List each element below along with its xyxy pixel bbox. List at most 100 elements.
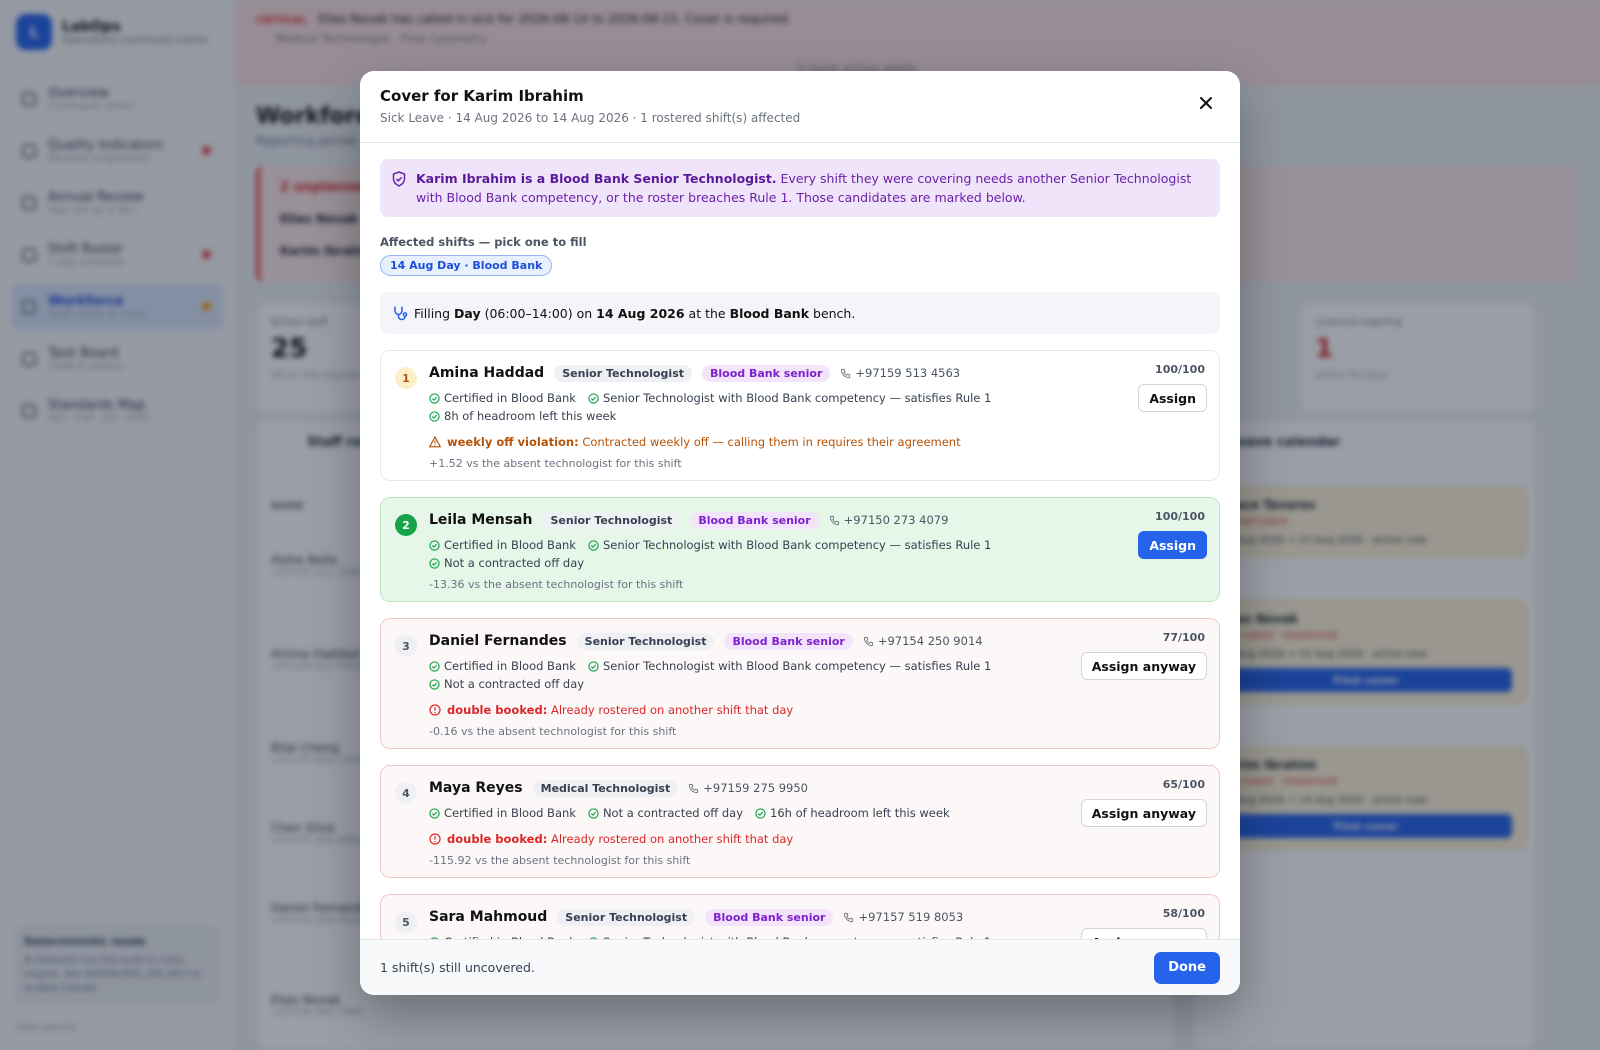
check-text: Senior Technologist with Blood Bank comp… — [602, 659, 992, 673]
check-circle-icon — [429, 678, 440, 690]
check-item: Senior Technologist with Blood Bank comp… — [588, 391, 991, 405]
issue-text: Contracted weekly off — calling them in … — [578, 435, 961, 449]
phone-number: +97154 250 9014 — [877, 634, 983, 648]
check-item: Not a contracted off day — [588, 806, 743, 820]
candidate-card: 4 Maya Reyes Medical Technologist +97159 27… — [380, 765, 1220, 878]
candidate-card: 2 Leila Mensah Senior Technologist Blood Ba… — [380, 497, 1220, 602]
issue-label: weekly off violation: — [447, 435, 579, 449]
candidate-header: Sara Mahmoud Senior Technologist Blood Ban… — [429, 907, 1205, 927]
warning-triangle-icon — [429, 436, 441, 448]
check-text: Certified in Blood Bank — [444, 806, 576, 820]
senior-badge: Blood Bank senior — [705, 908, 834, 926]
candidate-name: Daniel Fernandes — [429, 633, 567, 649]
match-score: 100/100 — [1155, 363, 1205, 376]
phone-icon — [863, 636, 873, 646]
uncovered-count: 1 shift(s) still uncovered. — [380, 960, 535, 975]
candidate-phone[interactable]: +97159 513 4563 — [840, 366, 960, 380]
modal-footer: 1 shift(s) still uncovered. Done — [360, 939, 1240, 995]
conflict-note: double booked: Already rostered on anoth… — [429, 703, 1205, 717]
check-text: Certified in Blood Bank — [444, 538, 576, 552]
assign-button[interactable]: Assign — [1138, 384, 1207, 412]
assign-button[interactable]: Assign — [1138, 531, 1207, 559]
score-delta: -13.36 vs the absent technologist for th… — [429, 578, 684, 591]
phone-number: +97150 273 4079 — [843, 513, 949, 527]
candidate-name: Amina Haddad — [429, 365, 545, 381]
modal-title: Cover for Karim Ibrahim — [380, 87, 584, 105]
phone-number: +97159 513 4563 — [855, 366, 961, 380]
alert-circle-icon — [429, 704, 441, 716]
check-text: 16h of headroom left this week — [770, 806, 950, 820]
match-score: 77/100 — [1162, 631, 1205, 644]
filling-date: 14 Aug 2026 — [596, 305, 685, 321]
senior-badge: Blood Bank senior — [724, 632, 853, 650]
rank-badge: 5 — [395, 911, 417, 933]
filling-banner: Filling Day (06:00–14:00) on 14 Aug 2026… — [380, 292, 1220, 334]
check-item: Senior Technologist with Blood Bank comp… — [588, 659, 991, 673]
issue-label: double booked: — [447, 832, 548, 846]
filling-text: Filling — [414, 305, 455, 321]
assign-anyway-button[interactable]: Assign anyway — [1080, 652, 1207, 680]
check-item: Certified in Blood Bank — [429, 806, 576, 820]
modal-header: Cover for Karim Ibrahim Sick Leave · 14 … — [360, 71, 1240, 143]
candidate-phone[interactable]: +97157 519 8053 — [843, 910, 963, 924]
check-text: Certified in Blood Bank — [444, 391, 576, 405]
modal-subtitle: Sick Leave · 14 Aug 2026 to 14 Aug 2026 … — [380, 111, 801, 125]
rule-notice: Karim Ibrahim is a Blood Bank Senior Tec… — [380, 159, 1220, 217]
match-score: 65/100 — [1162, 778, 1205, 791]
issue-text: Already rostered on another shift that d… — [547, 832, 794, 846]
check-text: Certified in Blood Bank — [444, 659, 576, 673]
rule-notice-bold: Karim Ibrahim is a Blood Bank Senior Tec… — [416, 171, 777, 186]
role-badge: Senior Technologist — [557, 908, 696, 926]
check-item: Not a contracted off day — [429, 556, 1205, 570]
check-text: Senior Technologist with Blood Bank comp… — [602, 538, 992, 552]
candidate-phone[interactable]: +97150 273 4079 — [829, 513, 949, 527]
issue-label: double booked: — [447, 703, 548, 717]
senior-badge: Blood Bank senior — [690, 511, 819, 529]
check-text: Not a contracted off day — [602, 806, 744, 820]
shield-check-icon — [392, 171, 406, 187]
check-circle-icon — [429, 807, 440, 819]
check-circle-icon — [429, 392, 440, 404]
candidate-phone[interactable]: +97159 275 9950 — [688, 781, 808, 795]
role-badge: Senior Technologist — [542, 511, 681, 529]
alert-circle-icon — [429, 833, 441, 845]
close-icon — [1200, 97, 1212, 109]
check-circle-icon — [755, 807, 766, 819]
candidate-card: 3 Daniel Fernandes Senior Technologist Bloo… — [380, 618, 1220, 749]
check-circle-icon — [588, 807, 599, 819]
rank-badge: 3 — [395, 635, 417, 657]
score-delta: -115.92 vs the absent technologist for t… — [429, 854, 691, 867]
check-text: Not a contracted off day — [444, 677, 585, 691]
role-badge: Medical Technologist — [532, 779, 679, 797]
check-circle-icon — [588, 539, 599, 551]
check-circle-icon — [429, 539, 440, 551]
stethoscope-icon — [394, 306, 408, 321]
assign-anyway-button[interactable]: Assign anyway — [1080, 799, 1207, 827]
warning-note: weekly off violation: Contracted weekly … — [429, 435, 1205, 449]
check-text: Senior Technologist with Blood Bank comp… — [602, 391, 992, 405]
rank-badge: 1 — [395, 367, 417, 389]
candidate-list: 1 Amina Haddad Senior Technologist Blood Ba… — [380, 350, 1220, 939]
score-delta: -0.16 vs the absent technologist for thi… — [429, 725, 677, 738]
role-badge: Senior Technologist — [554, 364, 693, 382]
check-item: Certified in Blood Bank — [429, 538, 576, 552]
phone-number: +97157 519 8053 — [858, 910, 964, 924]
candidate-phone[interactable]: +97154 250 9014 — [863, 634, 983, 648]
check-text: Not a contracted off day — [444, 556, 585, 570]
match-score: 100/100 — [1155, 510, 1205, 523]
candidate-header: Daniel Fernandes Senior Technologist Blood… — [429, 631, 1205, 651]
candidate-name: Maya Reyes — [429, 780, 523, 796]
phone-number: +97159 275 9950 — [703, 781, 808, 795]
filling-text: at the — [684, 305, 730, 321]
shift-chip[interactable]: 14 Aug Day · Blood Bank — [380, 255, 553, 276]
filling-shift: Day — [454, 305, 481, 321]
qualification-checks: Certified in Blood Bank Senior Technologi… — [429, 538, 1205, 570]
cover-modal: Cover for Karim Ibrahim Sick Leave · 14 … — [360, 71, 1240, 995]
filling-bench: Blood Bank — [729, 305, 810, 321]
modal-body[interactable]: Karim Ibrahim is a Blood Bank Senior Tec… — [360, 143, 1240, 939]
check-item: 16h of headroom left this week — [755, 806, 950, 820]
candidate-header: Leila Mensah Senior Technologist Blood Ban… — [429, 510, 1205, 530]
close-button[interactable] — [1194, 91, 1218, 115]
assign-anyway-button[interactable]: Assign anyway — [1080, 928, 1207, 939]
done-button[interactable]: Done — [1154, 951, 1220, 984]
